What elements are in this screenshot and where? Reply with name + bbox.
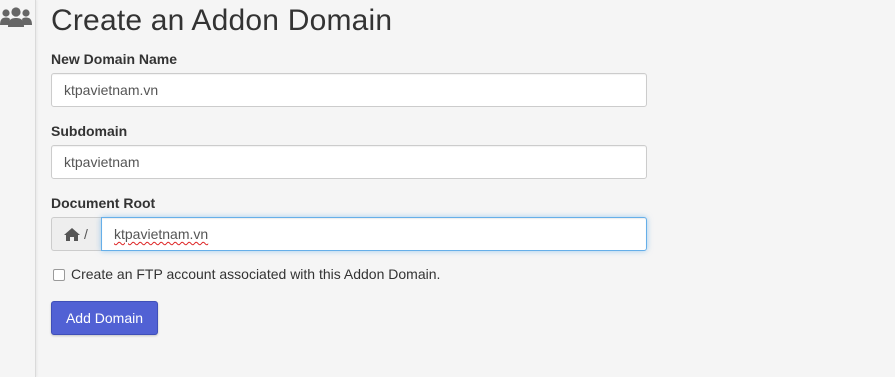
subdomain-input[interactable] <box>51 145 647 179</box>
page-title: Create an Addon Domain <box>51 4 393 37</box>
home-icon <box>64 228 80 241</box>
subdomain-label: Subdomain <box>51 123 128 139</box>
document-root-label: Document Root <box>51 195 156 211</box>
document-root-value: ktpavietnam.vn <box>114 226 209 242</box>
left-sidebar <box>0 0 36 377</box>
document-root-group: / ktpavietnam.vn <box>51 217 647 251</box>
users-icon[interactable] <box>0 7 32 29</box>
path-slash: / <box>84 226 88 242</box>
new-domain-input[interactable] <box>51 73 647 107</box>
document-root-input[interactable]: ktpavietnam.vn <box>101 217 647 251</box>
home-directory-prefix: / <box>51 217 101 251</box>
new-domain-label: New Domain Name <box>51 51 178 67</box>
add-domain-button[interactable]: Add Domain <box>51 301 158 335</box>
ftp-checkbox-label[interactable]: Create an FTP account associated with th… <box>71 266 440 282</box>
ftp-checkbox[interactable] <box>53 269 65 281</box>
